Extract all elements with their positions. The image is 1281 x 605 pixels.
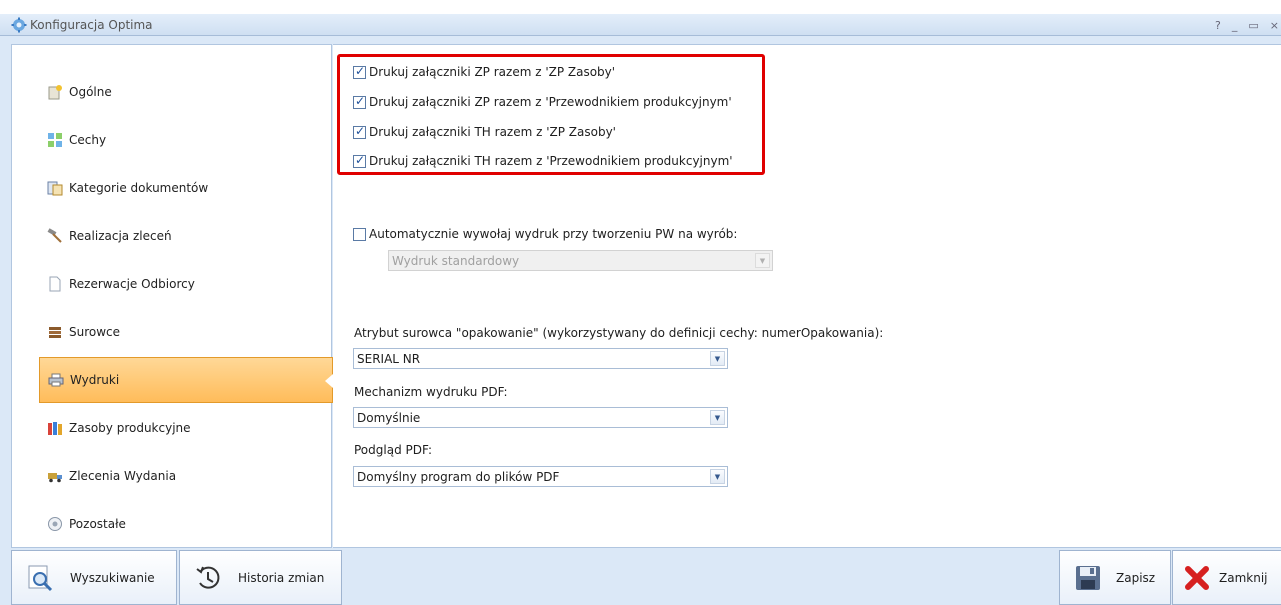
sidebar-item-pozostale[interactable]: Pozostałe: [39, 501, 333, 547]
truck-icon: [47, 468, 63, 484]
printer-icon: [48, 372, 64, 388]
close-icon: [1183, 564, 1211, 592]
history-button-label: Historia zmian: [238, 570, 325, 585]
save-button[interactable]: Zapisz: [1059, 550, 1171, 605]
sidebar-item-kategorie[interactable]: Kategorie dokumentów: [39, 165, 333, 211]
minimize-button[interactable]: _: [1232, 19, 1238, 32]
sidebar-item-label: Realizacja zleceń: [69, 229, 172, 243]
content-panel: Drukuj załączniki ZP razem z 'ZP Zasoby'…: [333, 44, 1281, 548]
checkbox-auto-print[interactable]: Automatycznie wywołaj wydruk przy tworze…: [353, 227, 737, 241]
close-button[interactable]: Zamknij: [1172, 550, 1281, 605]
sidebar-item-label: Pozostałe: [69, 517, 126, 531]
maximize-button[interactable]: ▭: [1248, 19, 1258, 32]
bottom-toolbar: Wyszukiwanie Historia zmian Zapisz Zamkn…: [0, 550, 1281, 605]
app-gear-icon: [11, 17, 27, 33]
sidebar: Ogólne Cechy Kategorie dokumentów Realiz…: [11, 44, 333, 548]
sidebar-item-label: Zasoby produkcyjne: [69, 421, 191, 435]
title-bar: Konfiguracja Optima ? _ ▭ ×: [0, 14, 1281, 36]
select-value: Domyślny program do plików PDF: [357, 469, 560, 484]
checkbox-zp-przewodnik[interactable]: Drukuj załączniki ZP razem z 'Przewodnik…: [353, 94, 732, 109]
books-icon: [47, 420, 63, 436]
pdf-mechanism-select[interactable]: Domyślnie ▼: [353, 407, 728, 428]
sidebar-item-label: Surowce: [69, 325, 121, 339]
sidebar-item-label: Zlecenia Wydania: [69, 469, 177, 483]
checkbox[interactable]: [353, 124, 366, 139]
window-title: Konfiguracja Optima: [30, 17, 153, 32]
sidebar-item-label: Ogólne: [69, 85, 112, 99]
close-button-label: Zamknij: [1219, 570, 1268, 585]
sidebar-item-surowce[interactable]: Surowce: [39, 309, 333, 355]
checkbox-label: Drukuj załączniki ZP razem z 'ZP Zasoby': [369, 65, 616, 79]
select-value: Domyślnie: [357, 410, 421, 425]
search-button-label: Wyszukiwanie: [70, 570, 155, 585]
pdf-mechanism-label: Mechanizm wydruku PDF:: [354, 385, 508, 399]
help-button[interactable]: ?: [1215, 19, 1221, 32]
search-icon: [26, 564, 54, 592]
sidebar-item-label: Cechy: [69, 133, 107, 147]
select-value: SERIAL NR: [357, 351, 421, 366]
sidebar-item-zasoby[interactable]: Zasoby produkcyjne: [39, 405, 333, 451]
pdf-preview-label: Podgląd PDF:: [354, 443, 432, 457]
document-categories-icon: [47, 180, 63, 196]
pdf-preview-select[interactable]: Domyślny program do plików PDF ▼: [353, 466, 728, 487]
history-button[interactable]: Historia zmian: [179, 550, 342, 605]
attribute-select[interactable]: SERIAL NR ▼: [353, 348, 728, 369]
checkbox-zp-zasoby[interactable]: Drukuj załączniki ZP razem z 'ZP Zasoby': [353, 64, 616, 79]
checkbox-th-zasoby[interactable]: Drukuj załączniki TH razem z 'ZP Zasoby': [353, 124, 616, 139]
checkbox-th-przewodnik[interactable]: Drukuj załączniki TH razem z 'Przewodnik…: [353, 153, 733, 168]
main-frame: Ogólne Cechy Kategorie dokumentów Realiz…: [0, 36, 1281, 605]
checkbox[interactable]: [353, 64, 366, 79]
search-button[interactable]: Wyszukiwanie: [11, 550, 177, 605]
chevron-down-icon[interactable]: ▼: [710, 469, 725, 484]
sidebar-item-label: Wydruki: [70, 373, 120, 387]
sidebar-item-ogolne[interactable]: Ogólne: [39, 69, 333, 115]
checkbox[interactable]: [353, 94, 366, 109]
checkbox-label: Automatycznie wywołaj wydruk przy tworze…: [369, 227, 738, 241]
save-button-label: Zapisz: [1116, 570, 1156, 585]
materials-icon: [47, 324, 63, 340]
checkbox-label: Drukuj załączniki ZP razem z 'Przewodnik…: [369, 95, 732, 109]
hammer-icon: [47, 228, 63, 244]
sidebar-item-realizacja[interactable]: Realizacja zleceń: [39, 213, 333, 259]
other-icon: [47, 516, 63, 532]
checkbox[interactable]: [353, 153, 366, 168]
sidebar-item-label: Rezerwacje Odbiorcy: [69, 277, 195, 291]
close-window-button[interactable]: ×: [1270, 19, 1279, 32]
checkbox-label: Drukuj załączniki TH razem z 'ZP Zasoby': [369, 125, 616, 139]
general-icon: [47, 84, 63, 100]
page-icon: [47, 276, 63, 292]
window-controls: ? _ ▭ ×: [1215, 14, 1281, 36]
chevron-down-icon[interactable]: ▼: [710, 410, 725, 425]
checkbox-label: Drukuj załączniki TH razem z 'Przewodnik…: [369, 154, 733, 168]
features-icon: [47, 132, 63, 148]
checkbox[interactable]: [353, 227, 366, 241]
print-template-select: Wydruk standardowy ▼: [388, 250, 773, 271]
chevron-down-icon[interactable]: ▼: [710, 351, 725, 366]
sidebar-item-cechy[interactable]: Cechy: [39, 117, 333, 163]
select-value: Wydruk standardowy: [392, 253, 520, 268]
sidebar-item-label: Kategorie dokumentów: [69, 181, 209, 195]
sidebar-item-zlecenia[interactable]: Zlecenia Wydania: [39, 453, 333, 499]
history-icon: [194, 564, 222, 592]
floppy-icon: [1074, 564, 1102, 592]
sidebar-item-rezerwacje[interactable]: Rezerwacje Odbiorcy: [39, 261, 333, 307]
attribute-label: Atrybut surowca "opakowanie" (wykorzysty…: [354, 326, 884, 340]
sidebar-item-wydruki[interactable]: Wydruki: [39, 357, 333, 403]
chevron-down-icon: ▼: [755, 253, 770, 268]
